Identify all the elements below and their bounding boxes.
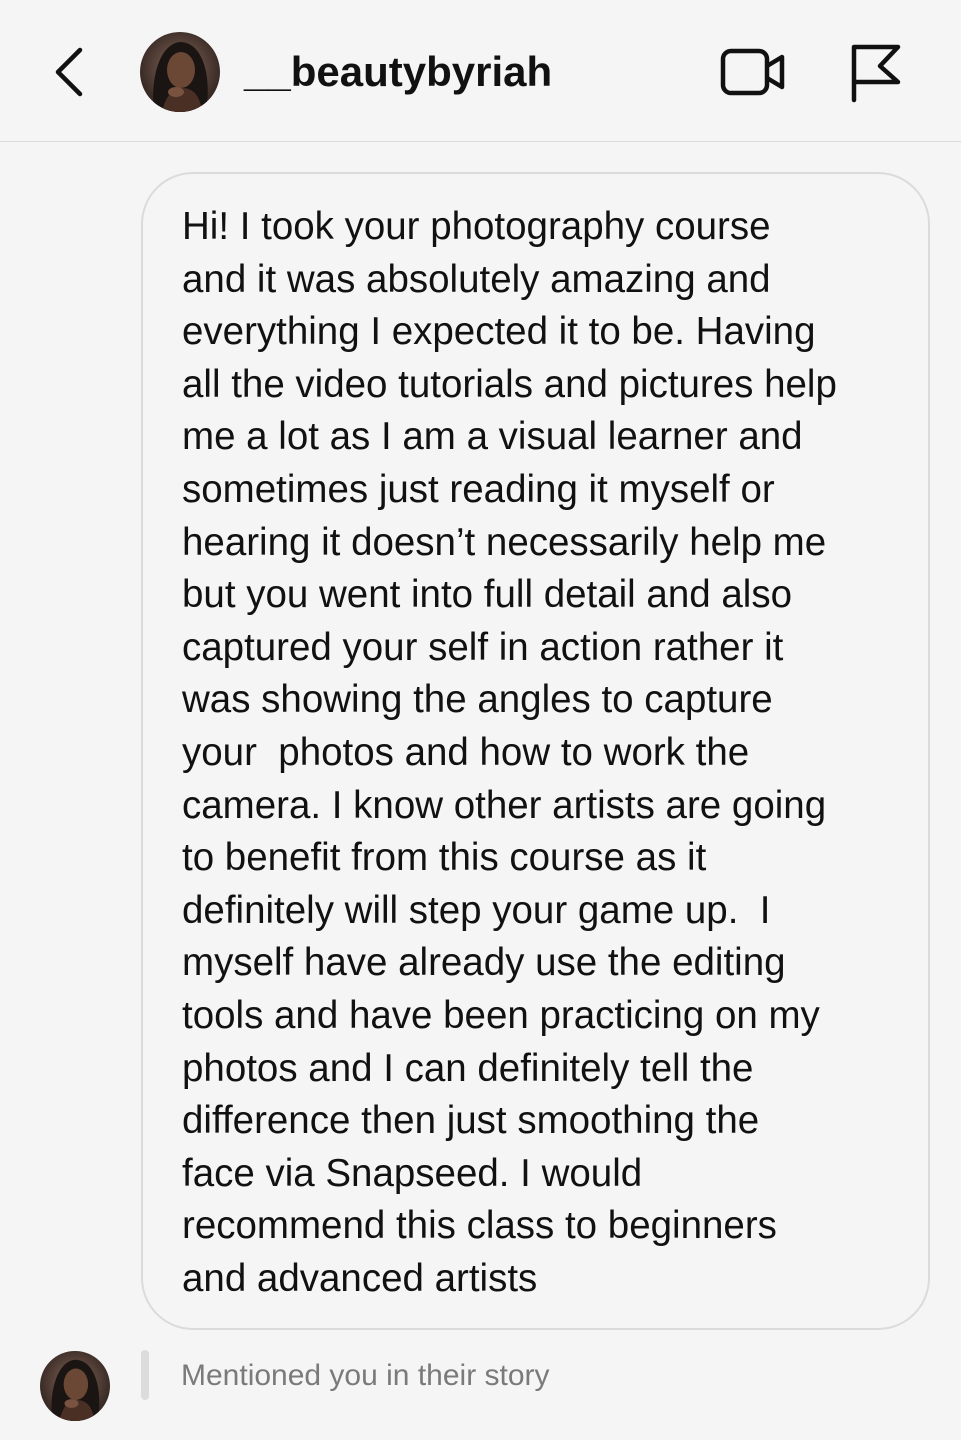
message-line: was showing the angles to capture xyxy=(182,678,773,722)
video-camera-icon xyxy=(720,48,785,96)
message-line: difference then just smoothing the xyxy=(182,1099,760,1143)
message-line: myself have already use the editing xyxy=(182,941,786,985)
message-line: to benefit from this course as it xyxy=(182,836,707,880)
message-line: recommend this class to beginners xyxy=(182,1204,777,1248)
story-mention-text: Mentioned you in their story xyxy=(181,1359,550,1392)
profile-avatar[interactable] xyxy=(140,32,220,112)
message-line: everything I expected it to be. Having xyxy=(182,310,816,354)
message-line: photos and I can definitely tell the xyxy=(182,1046,754,1090)
message-line: all the video tutorials and pictures hel… xyxy=(182,362,837,406)
sender-avatar[interactable] xyxy=(40,1351,110,1421)
message-line: Hi! I took your photography course xyxy=(182,205,771,248)
message-line: me a lot as I am a visual learner and xyxy=(182,415,803,459)
message-line: captured your self in action rather it xyxy=(182,625,784,669)
avatar-photo xyxy=(40,1351,110,1421)
message-line: camera. I know other artists are going xyxy=(182,783,827,827)
story-reply-bar xyxy=(141,1350,149,1400)
message-line: hearing it doesn’t necessarily help me xyxy=(182,520,827,564)
chat-username[interactable]: __beautybyriah xyxy=(244,46,552,98)
message-line: tools and have been practicing on my xyxy=(182,994,820,1037)
message-line: your photos and how to work the xyxy=(182,731,750,774)
back-button[interactable] xyxy=(46,42,94,102)
avatar-photo xyxy=(140,32,220,112)
report-button[interactable] xyxy=(846,40,906,104)
message-bubble[interactable]: Hi! I took your photography course and it… xyxy=(141,172,930,1330)
message-line: and advanced artists xyxy=(182,1257,538,1300)
video-call-button[interactable] xyxy=(718,42,788,102)
message-line: definitely will step your game up. I xyxy=(182,888,771,932)
message-line: and it was absolutely amazing and xyxy=(182,257,771,301)
flag-icon xyxy=(851,44,901,103)
chevron-left-icon xyxy=(55,47,83,97)
message-line: but you went into full detail and also xyxy=(182,573,792,617)
chat-header: __beautybyriah xyxy=(0,0,961,142)
message-line: sometimes just reading it myself or xyxy=(182,468,775,511)
message-line: face via Snapseed. I would xyxy=(182,1151,643,1195)
